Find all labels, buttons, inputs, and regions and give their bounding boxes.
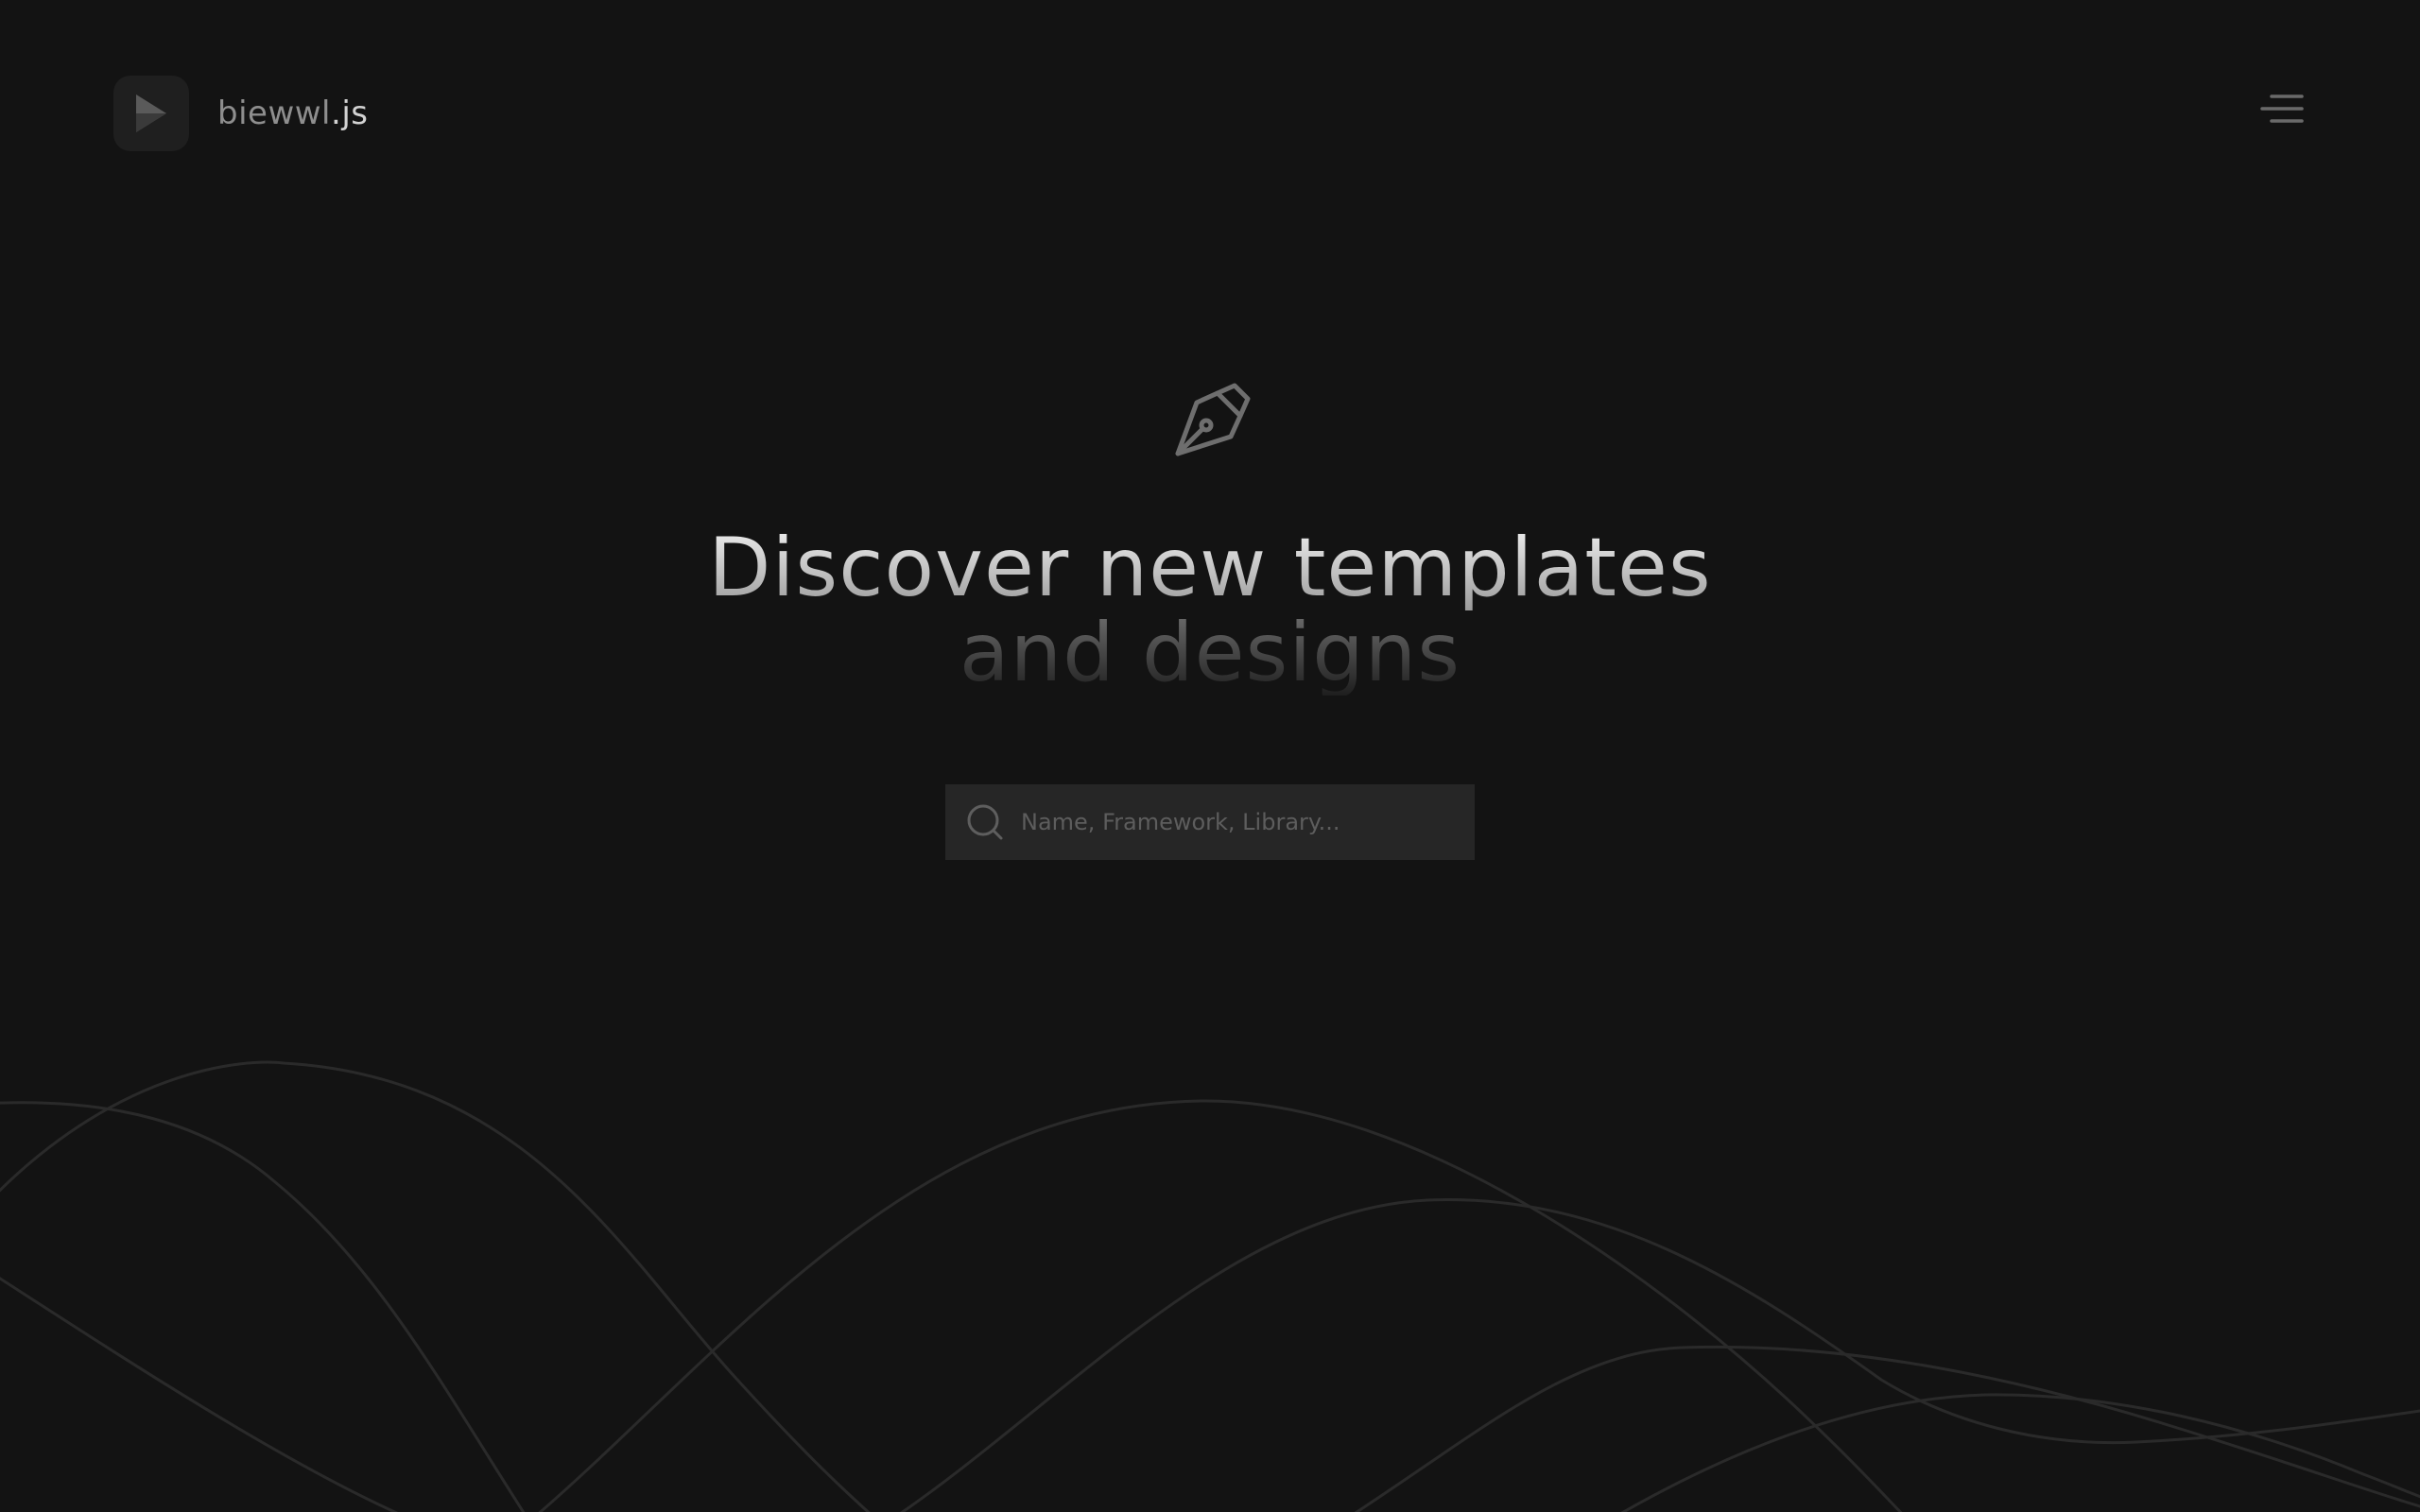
logo[interactable]	[113, 76, 189, 151]
hero-title: Discover new templates and designs	[0, 525, 2420, 696]
landing-page: biewwl.js Discover new templates and des…	[0, 0, 2420, 1512]
brand-extension: .js	[331, 94, 369, 132]
wave-line	[538, 1099, 1903, 1512]
hero-title-line2: and designs	[0, 610, 2420, 696]
header: biewwl.js	[113, 76, 368, 151]
wave-line	[0, 1277, 399, 1512]
brand-name[interactable]: biewwl.js	[217, 94, 368, 132]
menu-button[interactable]	[2256, 85, 2308, 132]
wave-line	[1354, 1345, 2420, 1512]
brand-name-text: biewwl	[217, 94, 332, 132]
hero-title-line1: Discover new templates	[0, 525, 2420, 610]
search-icon[interactable]	[966, 803, 1004, 841]
search-bar	[945, 784, 1475, 860]
background-waves	[0, 1060, 2420, 1512]
pen-nib-icon	[1175, 383, 1251, 456]
search-input[interactable]	[1019, 793, 1458, 851]
wave-line	[0, 1101, 526, 1512]
play-icon	[136, 94, 166, 132]
menu-icon	[2260, 94, 2304, 123]
wave-line	[1620, 1393, 2420, 1512]
wave-line	[899, 1198, 2420, 1512]
wave-line	[0, 1060, 871, 1512]
